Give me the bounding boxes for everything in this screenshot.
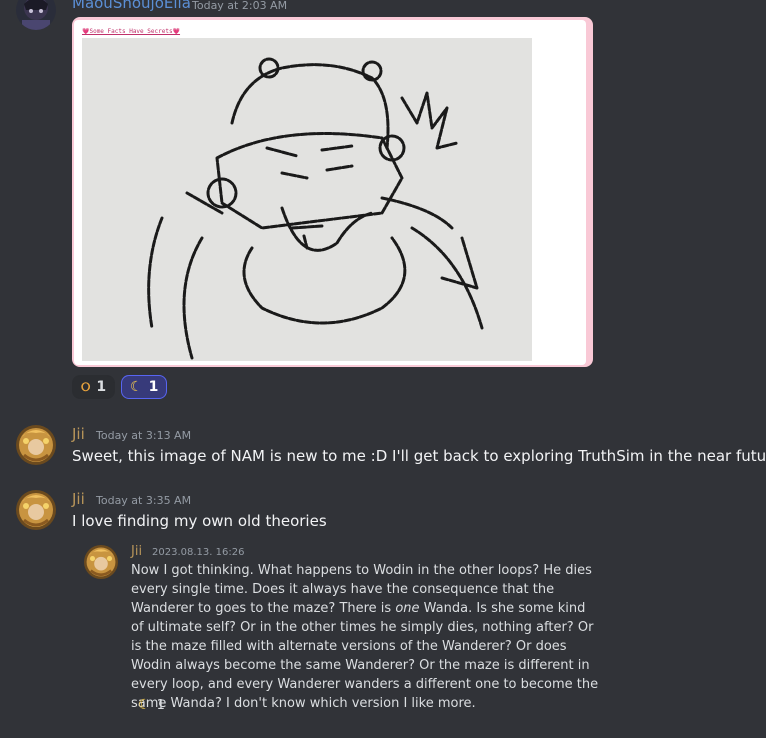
user-avatar[interactable] [16, 0, 56, 30]
username[interactable]: MaouShoujoElla [72, 0, 191, 12]
message-group-2: Jii Today at 3:13 AM Sweet, this image o… [0, 420, 766, 480]
quoted-timestamp: 2023.08.13. 16:26 [152, 547, 245, 558]
username[interactable]: Jii [72, 425, 85, 443]
message-text: I love finding my own old theories [72, 512, 327, 530]
quoted-username[interactable]: Jii [131, 544, 142, 559]
user-avatar[interactable] [16, 490, 56, 530]
ghost-eyes-emoji-icon: ଠ [81, 379, 91, 395]
reaction-count: 1 [96, 379, 107, 395]
embed-caption: 💗Some Facts Have Secrets💗 [82, 28, 181, 35]
crescent-moon-icon: ☾ [130, 379, 143, 395]
reaction-count: 1 [156, 697, 165, 713]
reaction-crescent-moon[interactable]: ☾ 1 [121, 375, 168, 399]
quoted-user-avatar[interactable] [84, 545, 118, 579]
message-group-1: MaouShoujoElla Today at 2:03 AM 💗Some Fa… [0, 0, 766, 400]
sketch-image[interactable] [82, 38, 532, 361]
username[interactable]: Jii [72, 490, 85, 508]
timestamp: Today at 3:13 AM [96, 429, 192, 442]
crescent-moon-icon: ☾ [138, 697, 151, 713]
timestamp: Today at 3:35 AM [96, 494, 192, 507]
reaction-count: 1 [148, 379, 159, 395]
timestamp: Today at 2:03 AM [192, 0, 288, 12]
reaction-crescent-moon[interactable]: ☾ 1 [131, 694, 172, 716]
user-avatar[interactable] [16, 425, 56, 465]
reaction-ghost-eyes[interactable]: ଠ 1 [72, 375, 116, 399]
message-text: Sweet, this image of NAM is new to me :D… [72, 447, 766, 465]
quoted-message-text: Now I got thinking. What happens to Wodi… [131, 563, 599, 711]
